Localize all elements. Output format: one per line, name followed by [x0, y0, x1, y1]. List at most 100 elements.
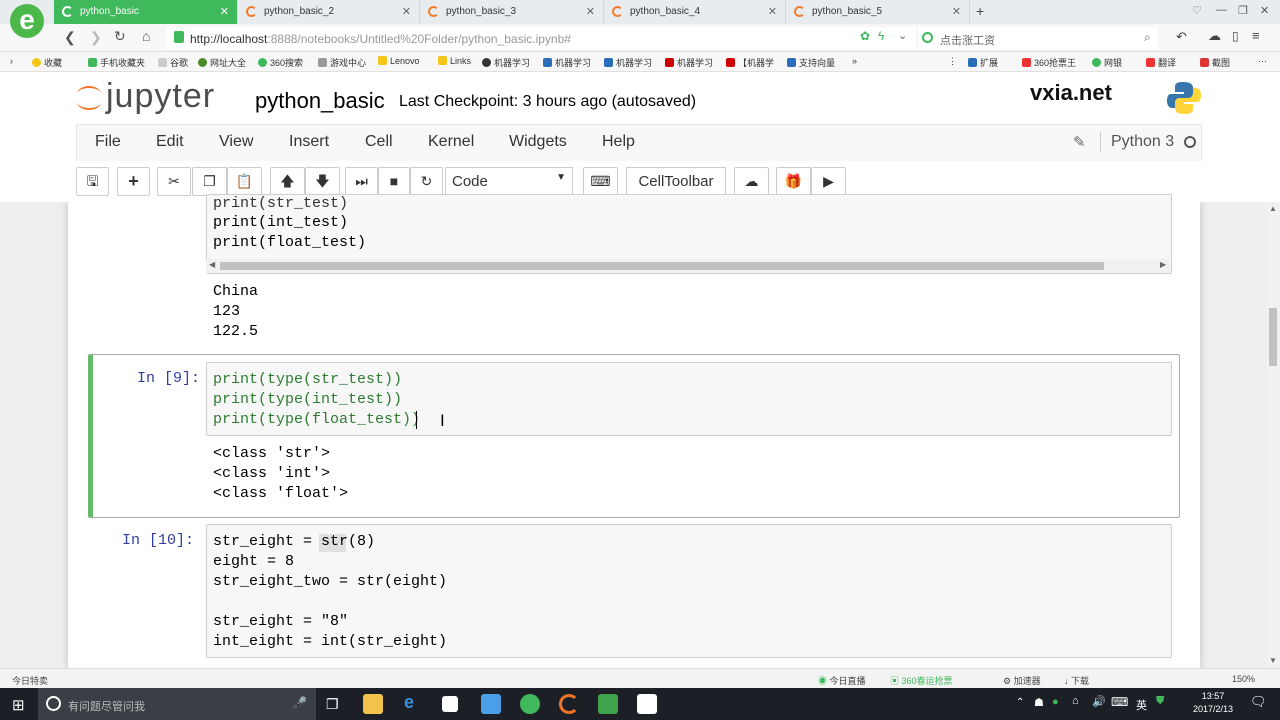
close-tab-icon[interactable]: ✕: [952, 5, 961, 18]
extension-item[interactable]: 网银: [1092, 56, 1122, 69]
minimize-icon[interactable]: —: [1216, 4, 1227, 16]
jupyter-logo-text[interactable]: jupyter: [106, 77, 215, 116]
tab-python-basic[interactable]: python_basic ✕: [54, 0, 238, 24]
bookmark-item[interactable]: 网址大全: [198, 56, 246, 69]
bookmark-item[interactable]: 机器学习: [543, 56, 591, 69]
close-tab-icon[interactable]: ✕: [402, 5, 411, 18]
status-item[interactable]: ↓ 下载: [1064, 674, 1089, 687]
scrollbar-thumb[interactable]: [220, 262, 1104, 270]
bookmark-item[interactable]: 360搜索: [258, 56, 303, 69]
tab-python-basic-3[interactable]: python_basic_3 ✕: [420, 0, 604, 24]
bookmark-item[interactable]: Links: [438, 56, 471, 66]
windows-start-icon[interactable]: ⊞: [12, 696, 25, 714]
cut-button[interactable]: ✂: [157, 167, 191, 196]
search-icon[interactable]: ⌕: [1144, 30, 1151, 45]
network-icon[interactable]: ⌂: [1072, 695, 1079, 707]
tray-up-icon[interactable]: ⌃: [1016, 697, 1024, 708]
microphone-icon[interactable]: 🎤: [292, 696, 307, 710]
menu-file[interactable]: File: [95, 133, 121, 151]
status-deals[interactable]: 今日特卖: [12, 674, 48, 687]
file-explorer-icon[interactable]: [363, 694, 383, 714]
menu-widgets[interactable]: Widgets: [509, 133, 567, 151]
menu-kernel[interactable]: Kernel: [428, 133, 474, 151]
insert-cell-button[interactable]: +: [117, 167, 150, 196]
close-tab-icon[interactable]: ✕: [586, 5, 595, 18]
sidebar-toggle-icon[interactable]: ›: [10, 56, 13, 66]
maximize-icon[interactable]: ❐: [1238, 4, 1248, 17]
home-icon[interactable]: ⌂: [142, 28, 150, 44]
app-icon[interactable]: [481, 694, 501, 714]
bookmark-item[interactable]: 谷歌: [158, 56, 188, 69]
copy-button[interactable]: ❐: [192, 167, 227, 196]
flash-icon[interactable]: ϟ: [878, 29, 884, 43]
reload-icon[interactable]: ↻: [114, 28, 126, 45]
celltoolbar-button[interactable]: CellToolbar: [626, 167, 726, 196]
scroll-left-icon[interactable]: ◀: [209, 260, 215, 269]
undo-icon[interactable]: ↶: [1176, 29, 1187, 45]
status-item[interactable]: ◉ 今日直播: [818, 674, 866, 687]
settings-gear-icon[interactable]: ✿: [860, 29, 870, 43]
bookmark-item[interactable]: 支持向量: [787, 56, 835, 69]
close-window-icon[interactable]: ✕: [1260, 4, 1269, 17]
scrollbar-thumb[interactable]: [1269, 308, 1277, 366]
menu-edit[interactable]: Edit: [156, 133, 184, 151]
tab-python-basic-2[interactable]: python_basic_2 ✕: [238, 0, 420, 24]
close-tab-icon[interactable]: ✕: [220, 5, 229, 18]
system-clock[interactable]: 13:57 2017/2/13: [1193, 690, 1233, 716]
close-tab-icon[interactable]: ✕: [768, 5, 777, 18]
skin-icon[interactable]: ♡: [1192, 4, 1202, 17]
move-up-button[interactable]: 🡅: [270, 167, 305, 196]
youtube-button[interactable]: ▶: [811, 167, 846, 196]
search-field[interactable]: 点击涨工资 ⌕: [918, 27, 1158, 49]
gift-button[interactable]: 🎁: [776, 167, 811, 196]
bookmark-item[interactable]: Lenovo: [378, 56, 420, 66]
cortana-search[interactable]: 有问题尽管问我 🎤: [38, 688, 316, 720]
move-down-button[interactable]: 🡇: [305, 167, 340, 196]
command-palette-button[interactable]: ⌨: [583, 167, 618, 196]
cell-type-select[interactable]: Code ▼: [445, 167, 573, 196]
extension-item[interactable]: 截图: [1200, 56, 1230, 69]
edge-icon[interactable]: e: [404, 692, 414, 713]
more-options-icon[interactable]: ⋮: [948, 56, 957, 67]
zoom-level[interactable]: 150%: [1232, 674, 1255, 684]
tab-python-basic-5[interactable]: python_basic_5 ✕: [786, 0, 970, 24]
scroll-down-icon[interactable]: ▼: [1269, 656, 1277, 665]
more-extensions-icon[interactable]: ⋯: [1258, 56, 1267, 67]
more-bookmarks-icon[interactable]: »: [852, 56, 857, 66]
bookmark-item[interactable]: 游戏中心: [318, 56, 366, 69]
scroll-up-icon[interactable]: ▲: [1269, 204, 1277, 213]
menu-view[interactable]: View: [219, 133, 253, 151]
tab-python-basic-4[interactable]: python_basic_4 ✕: [604, 0, 786, 24]
bookmark-item[interactable]: 收藏: [32, 56, 62, 69]
jupyter-logo-icon[interactable]: [74, 82, 104, 114]
save-button[interactable]: 🖫: [76, 167, 109, 196]
restart-button[interactable]: ↻: [410, 167, 443, 196]
upload-button[interactable]: ☁: [734, 167, 769, 196]
horizontal-scrollbar[interactable]: ◀ ▶: [206, 259, 1170, 273]
status-item[interactable]: ⚙ 加速器: [1003, 674, 1041, 687]
vertical-scrollbar[interactable]: ▲ ▼: [1266, 202, 1280, 668]
paste-button[interactable]: 📋: [227, 167, 262, 196]
jupyter-app-icon[interactable]: [559, 694, 579, 714]
cloud-icon[interactable]: ☁: [1208, 28, 1221, 44]
keyboard-tray-icon[interactable]: ⌨: [1111, 695, 1128, 709]
notebook-title[interactable]: python_basic: [255, 88, 385, 114]
extension-item[interactable]: 扩展: [968, 56, 998, 69]
menu-help[interactable]: Help: [602, 133, 635, 151]
run-button[interactable]: ⏭: [345, 167, 378, 196]
extension-item[interactable]: 360抢票王: [1022, 56, 1076, 69]
new-tab-button[interactable]: +: [976, 3, 984, 19]
status-item[interactable]: ▣ 360春运抢票: [890, 674, 953, 687]
tray-360-icon[interactable]: ●: [1052, 696, 1059, 708]
scroll-right-icon[interactable]: ▶: [1160, 260, 1166, 269]
menu-cell[interactable]: Cell: [365, 133, 393, 151]
ime-indicator[interactable]: 英: [1136, 697, 1147, 713]
interrupt-button[interactable]: ■: [378, 167, 410, 196]
menu-icon[interactable]: ≡: [1252, 28, 1260, 43]
task-view-icon[interactable]: ❐: [326, 696, 339, 713]
bookmark-item[interactable]: 机器学习: [604, 56, 652, 69]
browser-360-icon[interactable]: [520, 694, 540, 714]
store-icon[interactable]: [442, 696, 458, 712]
tray-app-icon[interactable]: ☗: [1034, 696, 1044, 709]
back-icon[interactable]: ❮: [64, 29, 76, 46]
